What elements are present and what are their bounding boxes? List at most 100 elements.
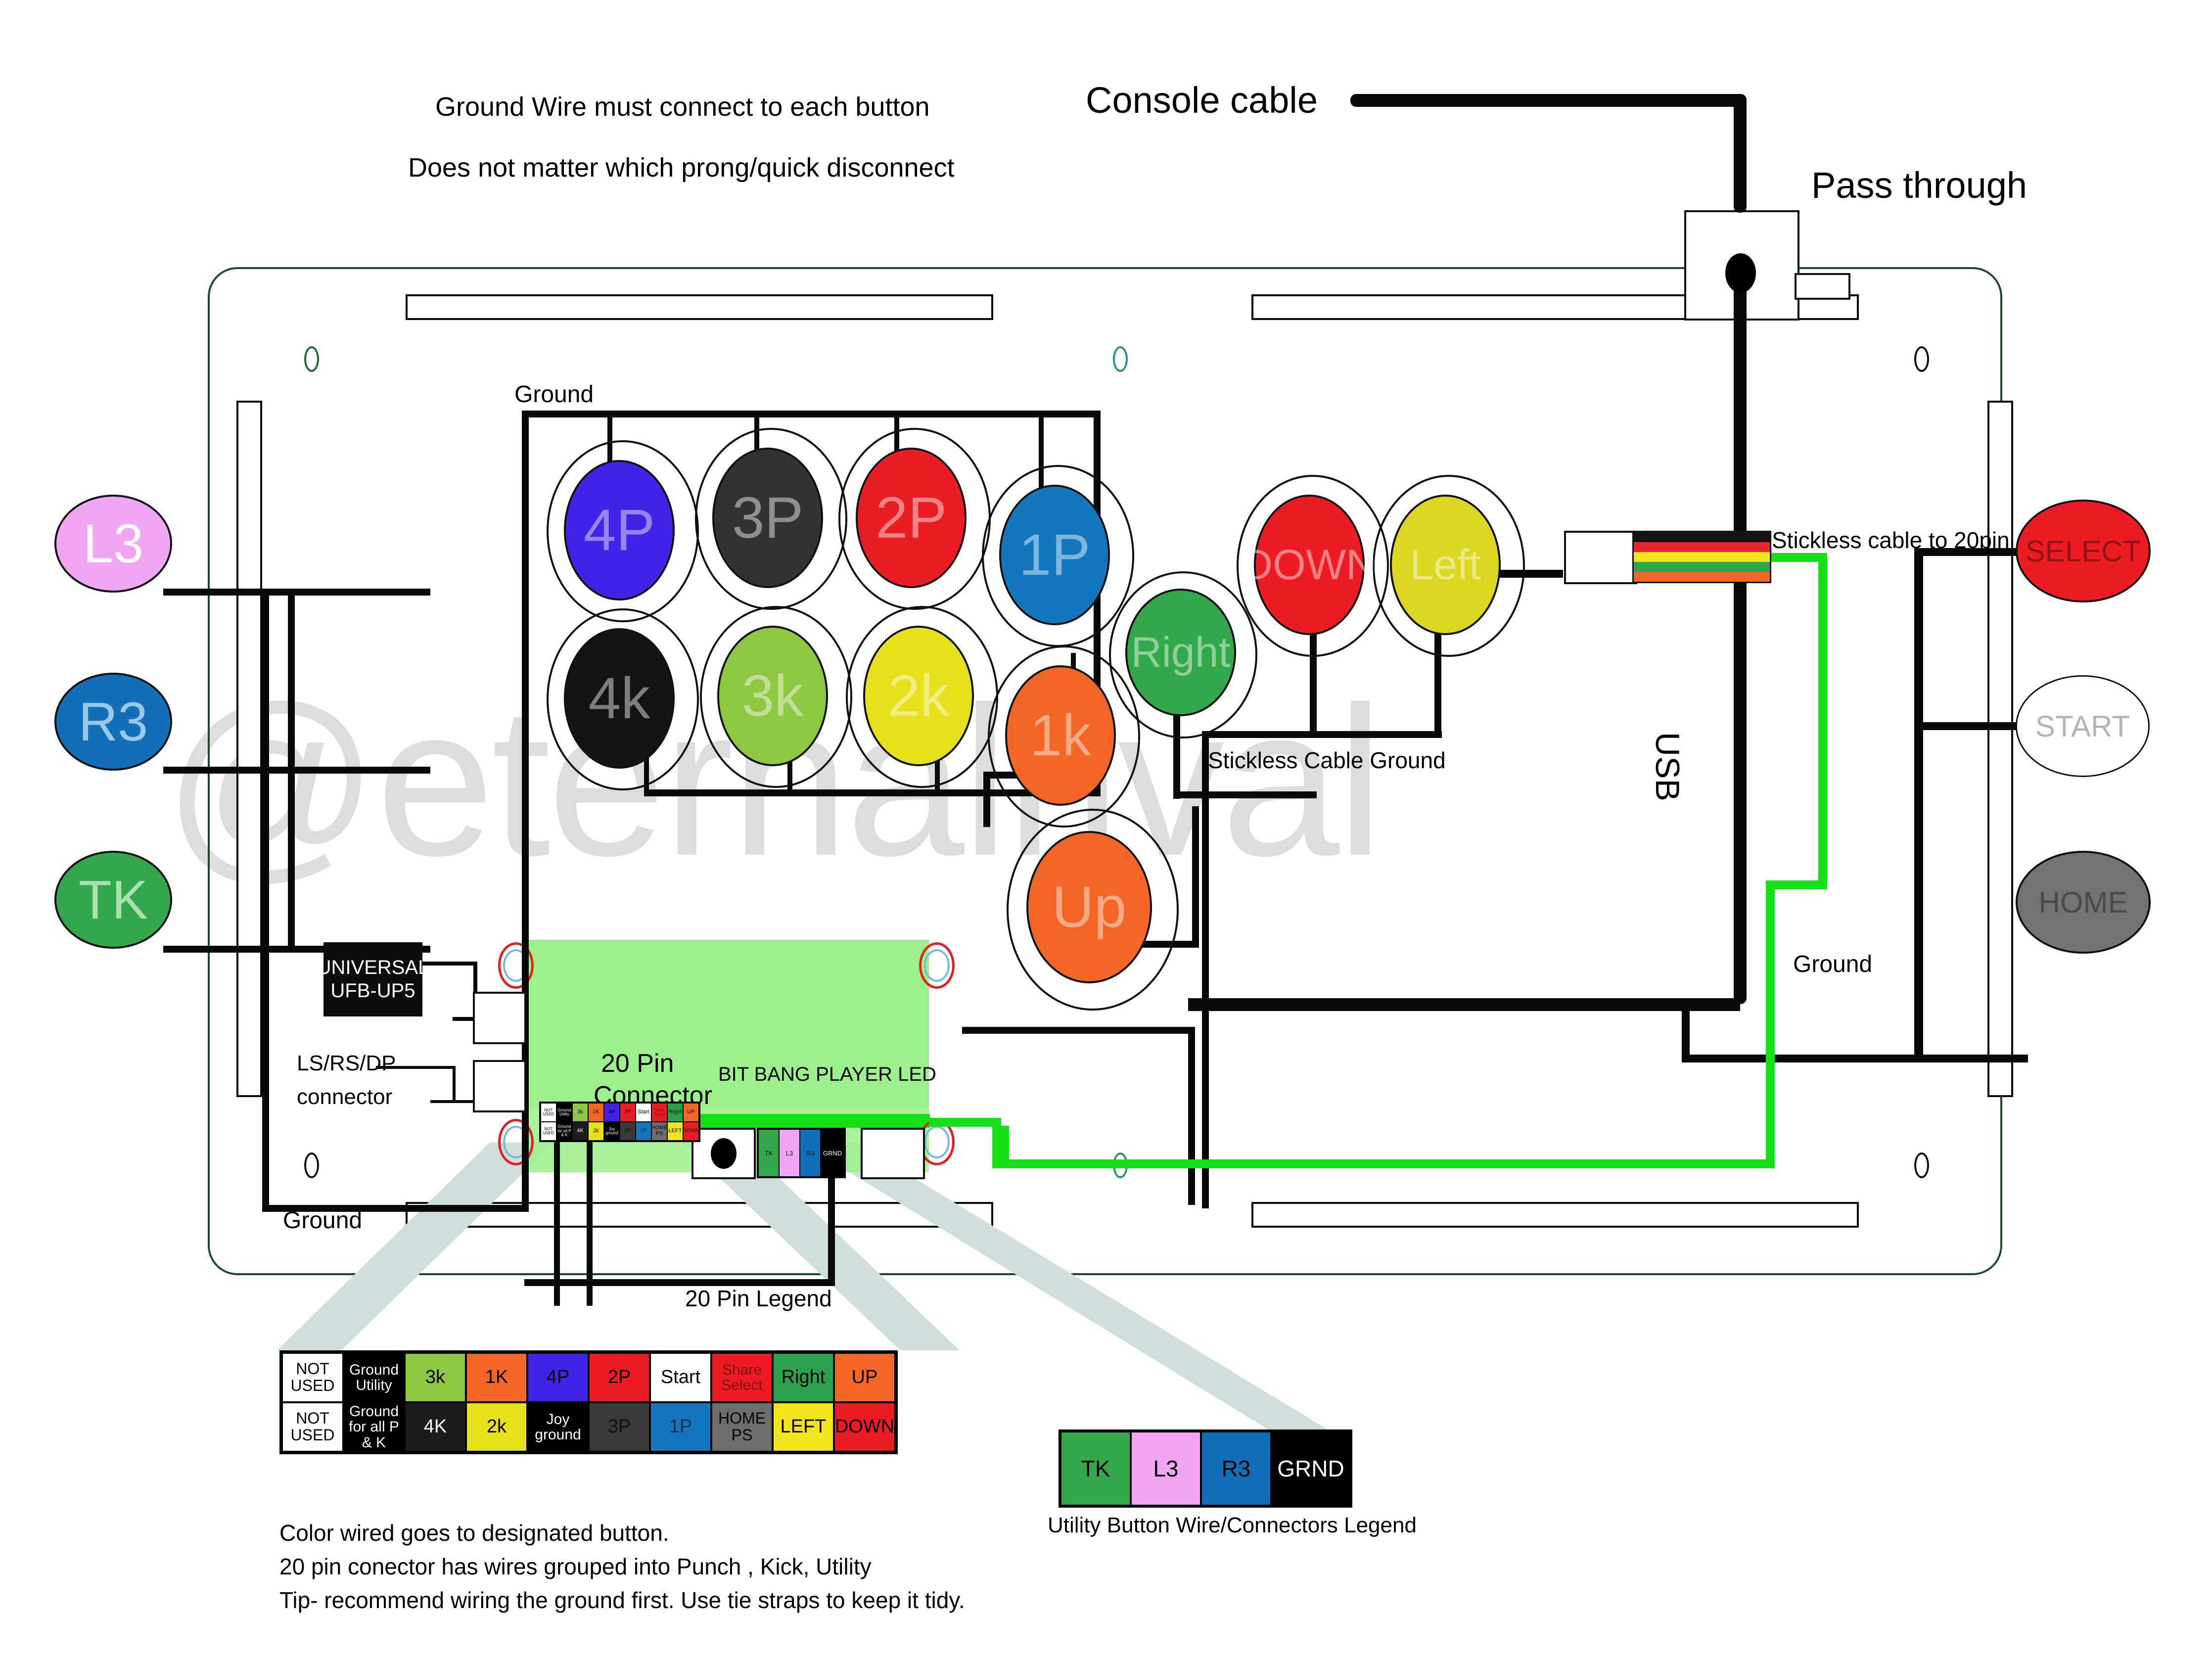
pin-cell-1p: 1P	[650, 1402, 711, 1452]
button-l3[interactable]: L3	[54, 495, 172, 593]
mini-pin-cell-4p: 4P	[604, 1103, 620, 1122]
label-utility-legend-caption: Utility Button Wire/Connectors Legend	[1048, 1513, 1417, 1537]
button-label: 2k	[887, 663, 950, 729]
button-2k[interactable]: 2k	[863, 626, 974, 766]
utility-cell-l3: L3	[1131, 1431, 1201, 1506]
pin-cell-1k: 1K	[466, 1353, 527, 1402]
legend-row-top: NOT USED Ground Utility 3k 1K 4P 2P Start Share…	[282, 1353, 895, 1402]
wire-start-run	[1914, 722, 2028, 730]
mini-utility-cell-r3: R3	[800, 1129, 821, 1177]
button-3p[interactable]: 3P	[712, 448, 823, 588]
button-1k[interactable]: 1k	[1005, 665, 1116, 806]
wire-stickless-ground-horizontal	[1202, 731, 1442, 738]
button-1p[interactable]: 1P	[999, 485, 1110, 625]
button-label: 1k	[1029, 703, 1092, 768]
case-top-rail-left	[406, 294, 993, 320]
mini-pin-cell-home-ps: HOME PS	[651, 1122, 668, 1141]
button-home[interactable]: HOME	[2016, 851, 2151, 954]
button-label: 3P	[732, 485, 804, 551]
label-console-cable: Console cable	[1086, 80, 1318, 121]
wire-lsrsdp-leader-v	[453, 1066, 456, 1103]
right-ground-run-vertical	[1682, 998, 1690, 1061]
wire-home-run	[1914, 1055, 2028, 1062]
label-ls-rs-dp-line2: connector	[297, 1085, 393, 1109]
button-right[interactable]: Right	[1125, 589, 1236, 716]
label-stickless-cable-to-20pin: Stickless cable to 20pin	[1772, 527, 2010, 553]
mini-pin-cell-2p: 2P	[620, 1103, 636, 1122]
button-3k[interactable]: 3k	[717, 626, 828, 766]
pcb-small-connector-right	[861, 1128, 925, 1179]
wire-up-right-vertical	[1192, 806, 1199, 947]
wire-up-top-elbow	[983, 772, 990, 827]
button-4p[interactable]: 4P	[564, 460, 675, 600]
pin-cell-3k: 3k	[405, 1353, 466, 1402]
label-usb: USB	[1649, 732, 1686, 801]
button-label: 2P	[875, 485, 947, 551]
pin-cell-up: UP	[834, 1353, 895, 1402]
console-cable-vertical	[1734, 94, 1747, 213]
wire-l3-run	[163, 589, 430, 596]
label-ground-note-line1: Ground Wire must connect to each button	[435, 92, 930, 122]
mini-pin-cell-4k: 4K	[572, 1122, 588, 1141]
stickless-stripe-5	[1634, 572, 1770, 582]
pcb-label-bit-bang-player-led: BIT BANG PLAYER LED	[718, 1063, 936, 1085]
button-label: 4P	[583, 498, 655, 563]
mini-pin-cell-1k: 1K	[588, 1103, 604, 1122]
green-wire-seg-v2	[1766, 880, 1775, 1167]
pcb-utility-connector-block: TK L3 R3 GRND	[757, 1128, 846, 1178]
mini-pin-cell-up: UP	[683, 1103, 699, 1122]
usb-cable-vertical	[1734, 267, 1747, 1004]
mini-row-bottom: NOT USED Ground for all P & K 4K 2k Joy grou…	[541, 1122, 699, 1141]
button-up[interactable]: Up	[1026, 831, 1152, 983]
green-wire-seg-h1	[1764, 553, 1827, 562]
universal-module-line2: UFB-UP5	[330, 980, 415, 1002]
button-2p[interactable]: 2P	[856, 448, 967, 588]
mini-row-top: NOT USED Ground Utility 3k 1K 4P 2P Start Share…	[541, 1103, 699, 1122]
utility-legend-table: TK L3 R3 GRND	[1059, 1429, 1352, 1508]
legend-row-bottom: NOT USED Ground for all P & K 4K 2k Joy grou…	[282, 1402, 895, 1452]
pin-cell-not-used: NOT USED	[282, 1353, 343, 1402]
pin-cell-3p: 3P	[589, 1402, 650, 1452]
stickless-stripe-1	[1634, 532, 1770, 542]
label-ground-right: Ground	[1793, 951, 1873, 977]
tip-line-3: Tip- recommend wiring the ground first. …	[279, 1587, 965, 1613]
button-select[interactable]: SELECT	[2016, 500, 2151, 602]
pin-cell-left: LEFT	[773, 1402, 834, 1452]
button-label: R3	[78, 691, 148, 752]
pin-cell-home-ps: HOME PS	[711, 1402, 773, 1452]
pin-cell-start: Start	[650, 1353, 711, 1402]
mini-pin-cell-3p: 3P	[620, 1122, 636, 1141]
screw-hole-top-left	[304, 346, 319, 372]
green-wire-seg-h4	[929, 1118, 1001, 1127]
mini-pin-cell-start: Start	[636, 1103, 651, 1122]
button-r3[interactable]: R3	[54, 673, 172, 771]
button-label: L3	[83, 513, 144, 574]
button-4k[interactable]: 4k	[564, 628, 675, 769]
mini-pin-cell-ground-utility: Ground Utility	[556, 1103, 572, 1122]
button-left[interactable]: Left	[1390, 495, 1501, 635]
label-ls-rs-dp-line1: LS/RS/DP	[297, 1051, 396, 1075]
pcb-20pin-connector-block: NOT USED Ground Utility 3k 1K 4P 2P Start Share…	[539, 1102, 700, 1142]
case-left-rail	[236, 401, 262, 1097]
pass-through-port-icon	[1725, 253, 1756, 293]
universal-ufb-up5-module: UNIVERSAL UFB-UP5	[317, 942, 429, 1016]
pin-cell-joy-ground: Joy ground	[527, 1402, 589, 1452]
wire-right-bus-horizontal	[1173, 791, 1317, 798]
right-ground-run-horizontal	[1682, 1055, 1919, 1062]
button-tk[interactable]: TK	[54, 851, 172, 949]
button-down[interactable]: DOWN	[1242, 495, 1377, 635]
button-label: Up	[1052, 875, 1127, 940]
utility-cell-tk: TK	[1060, 1431, 1131, 1506]
label-20pin-legend-caption: 20 Pin Legend	[685, 1286, 832, 1311]
universal-module-line1: UNIVERSAL	[317, 956, 429, 978]
mini-pin-cell-1p: 1P	[636, 1122, 651, 1141]
button-start[interactable]: START	[2016, 675, 2150, 777]
tip-line-2: 20 pin conector has wires grouped into P…	[279, 1554, 872, 1579]
pcb-small-connector-left	[691, 1128, 756, 1179]
button-label: Right	[1131, 628, 1231, 676]
screw-hole-bottom-right	[1914, 1152, 1929, 1178]
mini-pin-cell-right: Right	[667, 1103, 683, 1122]
wire-up-bottom-horizontal	[962, 1027, 1195, 1034]
button-label: DOWN	[1242, 541, 1377, 589]
pass-through-tab	[1795, 273, 1850, 300]
